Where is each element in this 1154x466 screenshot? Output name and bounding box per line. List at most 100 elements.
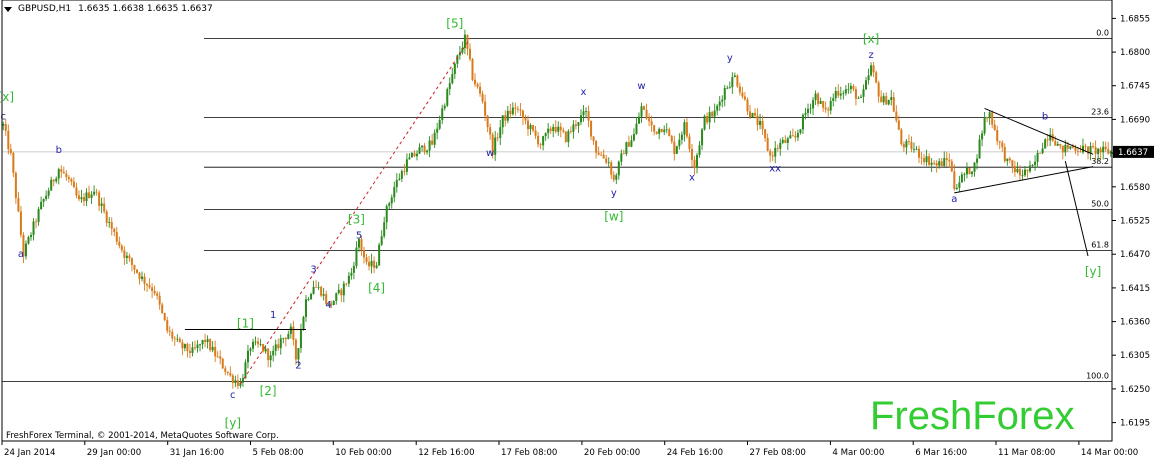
candle-body [759, 120, 762, 125]
wave-label-major: [5] [446, 17, 463, 31]
candle-body [14, 172, 17, 198]
candle-body [859, 96, 862, 98]
candle-body [577, 122, 580, 126]
candle-body [542, 136, 545, 146]
candle-body [438, 120, 441, 129]
candle-body [246, 350, 249, 363]
candle-body [559, 126, 562, 131]
candle-body [113, 228, 116, 232]
candle-body [1016, 168, 1019, 173]
candle-body [252, 341, 255, 349]
candle-body [721, 99, 724, 102]
candle-body [983, 117, 986, 134]
candle-body [706, 115, 709, 123]
candle-body [590, 120, 593, 137]
candle-body [1034, 161, 1037, 166]
candle-body [395, 179, 398, 188]
candle-body [17, 198, 20, 212]
candle-body [567, 131, 570, 142]
candle-body [254, 341, 257, 343]
y-tick-label: 1.6690 [1120, 115, 1150, 125]
x-tick-label: 11 Mar 08:00 [998, 448, 1055, 458]
candle-body [42, 199, 45, 202]
candle-body [726, 87, 729, 89]
chart-background [0, 0, 1154, 462]
candle-body [428, 140, 431, 151]
candle-body [100, 203, 103, 206]
chart-window[interactable]: 0.0 23.6 38.2 50.0 61.8 100.0 [x] c b a [1] 1 2 3 4 [2… [0, 0, 1154, 462]
candle-body [284, 337, 287, 340]
candle-body [368, 261, 371, 267]
wave-label-minor: z [868, 50, 873, 61]
candle-body [257, 341, 260, 345]
candle-body [1099, 148, 1102, 153]
candle-body [95, 191, 98, 193]
candle-body [627, 142, 630, 147]
candle-body [219, 356, 222, 359]
candle-body [766, 138, 769, 151]
candle-body [968, 167, 971, 175]
candle-body [907, 141, 910, 142]
candle-body [19, 211, 22, 235]
candle-body [703, 115, 706, 130]
candle-body [981, 133, 984, 140]
candle-body [731, 77, 734, 88]
candle-body [1109, 151, 1112, 154]
candle-body [103, 203, 106, 212]
candle-body [708, 112, 711, 123]
candle-body [572, 124, 575, 132]
candle-body [499, 127, 502, 138]
candle-body [754, 112, 757, 116]
candle-body [970, 171, 973, 175]
candle-body [996, 129, 999, 142]
candle-body [912, 148, 915, 150]
candle-body [834, 90, 837, 99]
candle-body [1074, 147, 1077, 151]
candle-body [378, 244, 381, 266]
candle-body [877, 82, 880, 97]
candle-body [398, 178, 401, 180]
candle-body [794, 135, 797, 138]
candle-body [441, 108, 444, 121]
wave-label-minor: w [637, 81, 645, 92]
candle-body [880, 96, 883, 103]
candle-body [436, 128, 439, 133]
candle-body [138, 272, 141, 279]
candle-body [388, 203, 391, 206]
candle-body [887, 100, 890, 105]
candle-body [148, 285, 151, 288]
candle-body [1013, 166, 1016, 173]
candle-body [1003, 147, 1006, 162]
candle-body [668, 129, 671, 137]
candle-body [128, 255, 131, 259]
candle-body [564, 131, 567, 142]
chevron-down-icon[interactable] [4, 6, 12, 12]
candle-body [948, 159, 951, 162]
candle-body [1054, 140, 1057, 146]
candle-body [489, 127, 492, 135]
fib-level-label: 0.0 [1096, 29, 1109, 38]
candle-body [612, 174, 615, 180]
candle-body [756, 115, 759, 125]
candle-body [410, 153, 413, 158]
candle-body [812, 100, 815, 109]
candle-body [653, 125, 656, 132]
candle-body [991, 112, 994, 125]
candle-body [307, 299, 310, 300]
candle-body [892, 97, 895, 112]
candle-body [643, 106, 646, 110]
candle-body [549, 128, 552, 131]
candle-body [935, 163, 938, 166]
candle-body [736, 75, 739, 87]
candle-body [448, 83, 451, 90]
candle-body [1069, 146, 1072, 149]
candle-body [534, 130, 537, 136]
wave-label-minor: y [611, 188, 617, 199]
candle-body [196, 344, 199, 349]
price-chart[interactable]: 0.0 23.6 38.2 50.0 61.8 100.0 [x] c b a [1] 1 2 3 4 [2… [0, 0, 1154, 462]
candle-body [201, 339, 204, 345]
candle-body [786, 138, 789, 143]
y-tick-label: 1.6305 [1120, 351, 1150, 361]
candle-body [547, 128, 550, 134]
candle-body [862, 89, 865, 97]
